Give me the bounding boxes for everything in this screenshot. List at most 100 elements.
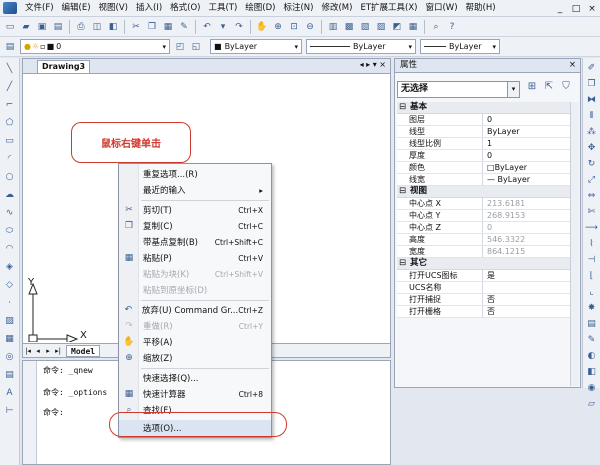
explode-icon[interactable]: ✸: [586, 302, 598, 314]
ellipse-arc-icon[interactable]: ◠: [3, 242, 17, 256]
property-row[interactable]: 打开UCS图标是: [397, 270, 571, 282]
match-icon[interactable]: ◐: [586, 350, 598, 362]
menu-tools[interactable]: 工具(T): [204, 0, 241, 17]
tool-palette-icon[interactable]: ▧: [358, 20, 372, 34]
open-folder-icon[interactable]: ▰: [19, 20, 33, 34]
properties-icon[interactable]: ▥: [326, 20, 340, 34]
menu-dimension[interactable]: 标注(N): [279, 0, 317, 17]
redo-icon[interactable]: ↷: [232, 20, 246, 34]
zoom-window-icon[interactable]: ⊡: [287, 20, 301, 34]
match-properties-icon[interactable]: ✎: [177, 20, 191, 34]
menu-format[interactable]: 格式(O): [166, 0, 204, 17]
property-row[interactable]: 打开栅格否: [397, 306, 571, 318]
move-icon[interactable]: ✥: [586, 142, 598, 154]
help-icon[interactable]: ?: [445, 20, 459, 34]
make-current-layer-icon[interactable]: ◰: [173, 40, 187, 54]
minimize-button[interactable]: _: [552, 4, 568, 14]
menu-item-recent-input[interactable]: 最近的输入 ▸: [119, 182, 271, 198]
save-all-icon[interactable]: ▤: [51, 20, 65, 34]
menu-et-tools[interactable]: ET扩展工具(X): [356, 0, 421, 17]
command-prompt-line[interactable]: 命令:: [43, 407, 64, 418]
undo-dropdown-icon[interactable]: ▾: [216, 20, 230, 34]
menu-item-copy-with-base-point[interactable]: 带基点复制(B) Ctrl+Shift+C: [119, 234, 271, 250]
section-misc[interactable]: ⊟ 其它: [397, 258, 571, 270]
point-icon[interactable]: ·: [3, 296, 17, 310]
print-icon[interactable]: ⎙: [74, 20, 88, 34]
region-icon[interactable]: ◎: [3, 350, 17, 364]
property-row[interactable]: 线宽 — ByLayer: [397, 174, 571, 186]
selection-combo[interactable]: 无选择 ▾: [397, 81, 520, 98]
menu-file[interactable]: 文件(F): [21, 0, 58, 17]
layer-combo[interactable]: ● ☼ ▫ ■ 0 ▾: [20, 39, 170, 54]
circle-icon[interactable]: ○: [3, 170, 17, 184]
revcloud-icon[interactable]: ☁: [3, 188, 17, 202]
menu-window[interactable]: 窗口(W): [421, 0, 461, 17]
markup-icon[interactable]: ◩: [390, 20, 404, 34]
menu-draw[interactable]: 绘图(D): [241, 0, 279, 17]
area-icon[interactable]: ▱: [586, 398, 598, 410]
arc-icon[interactable]: ◜: [3, 152, 17, 166]
property-row[interactable]: 颜色 □ByLayer: [397, 162, 571, 174]
rectangle-icon[interactable]: ▭: [3, 134, 17, 148]
prev-tab-icon[interactable]: ◂: [33, 347, 43, 355]
close-icon[interactable]: ×: [569, 59, 576, 72]
first-tab-icon[interactable]: |◂: [23, 347, 33, 355]
menu-item-quick-select[interactable]: 快速选择(Q)...: [119, 370, 271, 386]
menu-modify[interactable]: 修改(M): [317, 0, 356, 17]
section-view[interactable]: ⊟ 视图: [397, 186, 571, 198]
calculator-icon[interactable]: ▦: [406, 20, 420, 34]
menu-help[interactable]: 帮助(H): [462, 0, 500, 17]
trim-icon[interactable]: ✄: [586, 206, 598, 218]
zoom-previous-icon[interactable]: ⊖: [303, 20, 317, 34]
polygon-icon[interactable]: ⬠: [3, 116, 17, 130]
tab-model[interactable]: Model: [66, 344, 101, 357]
last-tab-icon[interactable]: ▸|: [53, 347, 63, 355]
cut-icon[interactable]: ✂: [129, 20, 143, 34]
save-icon[interactable]: ▣: [35, 20, 49, 34]
rotate-icon[interactable]: ↻: [586, 158, 598, 170]
dimension-icon[interactable]: ⊢: [3, 404, 17, 418]
line-icon[interactable]: ╲: [3, 62, 17, 76]
block-editor-icon[interactable]: ◧: [586, 366, 598, 378]
layer-previous-icon[interactable]: ◱: [189, 40, 203, 54]
property-row[interactable]: 厚度 0: [397, 150, 571, 162]
property-row[interactable]: 中心点 Y 268.9153: [397, 210, 571, 222]
property-row[interactable]: 高度 546.3322: [397, 234, 571, 246]
mirror-icon[interactable]: ⧓: [586, 94, 598, 106]
command-window-grip[interactable]: [23, 361, 37, 464]
document-tab[interactable]: Drawing3: [37, 60, 91, 73]
break-icon[interactable]: ⌇: [586, 238, 598, 250]
copy-object-icon[interactable]: ❐: [586, 78, 598, 90]
menu-edit[interactable]: 编辑(E): [58, 0, 95, 17]
property-row[interactable]: 图层 0: [397, 114, 571, 126]
construction-line-icon[interactable]: ╱: [3, 80, 17, 94]
color-combo[interactable]: ■ ByLayer ▾: [210, 39, 302, 54]
menu-item-pan[interactable]: ✋ 平移(A): [119, 334, 271, 350]
pan-icon[interactable]: ✋: [255, 20, 269, 34]
stretch-icon[interactable]: ⇔: [586, 190, 598, 202]
properties-scrollbar[interactable]: [570, 102, 579, 386]
zoom-realtime-icon[interactable]: ⊕: [271, 20, 285, 34]
ellipse-icon[interactable]: ⬭: [3, 224, 17, 238]
design-center-icon[interactable]: ▩: [342, 20, 356, 34]
property-row[interactable]: 线型比例 1: [397, 138, 571, 150]
menu-item-quick-calc[interactable]: ▦ 快速计算器 Ctrl+8: [119, 386, 271, 402]
polyline-icon[interactable]: ⌐: [3, 98, 17, 112]
layer-manager-icon[interactable]: ▤: [3, 40, 17, 54]
scale-icon[interactable]: ⤢: [586, 174, 598, 186]
hatch-icon[interactable]: ▨: [3, 314, 17, 328]
preview-icon[interactable]: ◫: [90, 20, 104, 34]
join-icon[interactable]: ⊣: [586, 254, 598, 266]
multiline-text-icon[interactable]: A: [3, 386, 17, 400]
linetype-combo[interactable]: ByLayer ▾: [306, 39, 416, 54]
insert-block-icon[interactable]: ◈: [3, 260, 17, 274]
make-block-icon[interactable]: ◇: [3, 278, 17, 292]
section-basic[interactable]: ⊟ 基本: [397, 102, 571, 114]
gradient-icon[interactable]: ▦: [3, 332, 17, 346]
property-row[interactable]: 宽度 864.1215: [397, 246, 571, 258]
paste-icon[interactable]: ▦: [161, 20, 175, 34]
menu-item-repeat[interactable]: 重复选项...(R): [119, 166, 271, 182]
layer-tools-icon[interactable]: ▤: [586, 318, 598, 330]
edit-text-icon[interactable]: ✎: [586, 334, 598, 346]
document-tab-controls[interactable]: ◂ ▸ ▾ ×: [360, 60, 386, 69]
